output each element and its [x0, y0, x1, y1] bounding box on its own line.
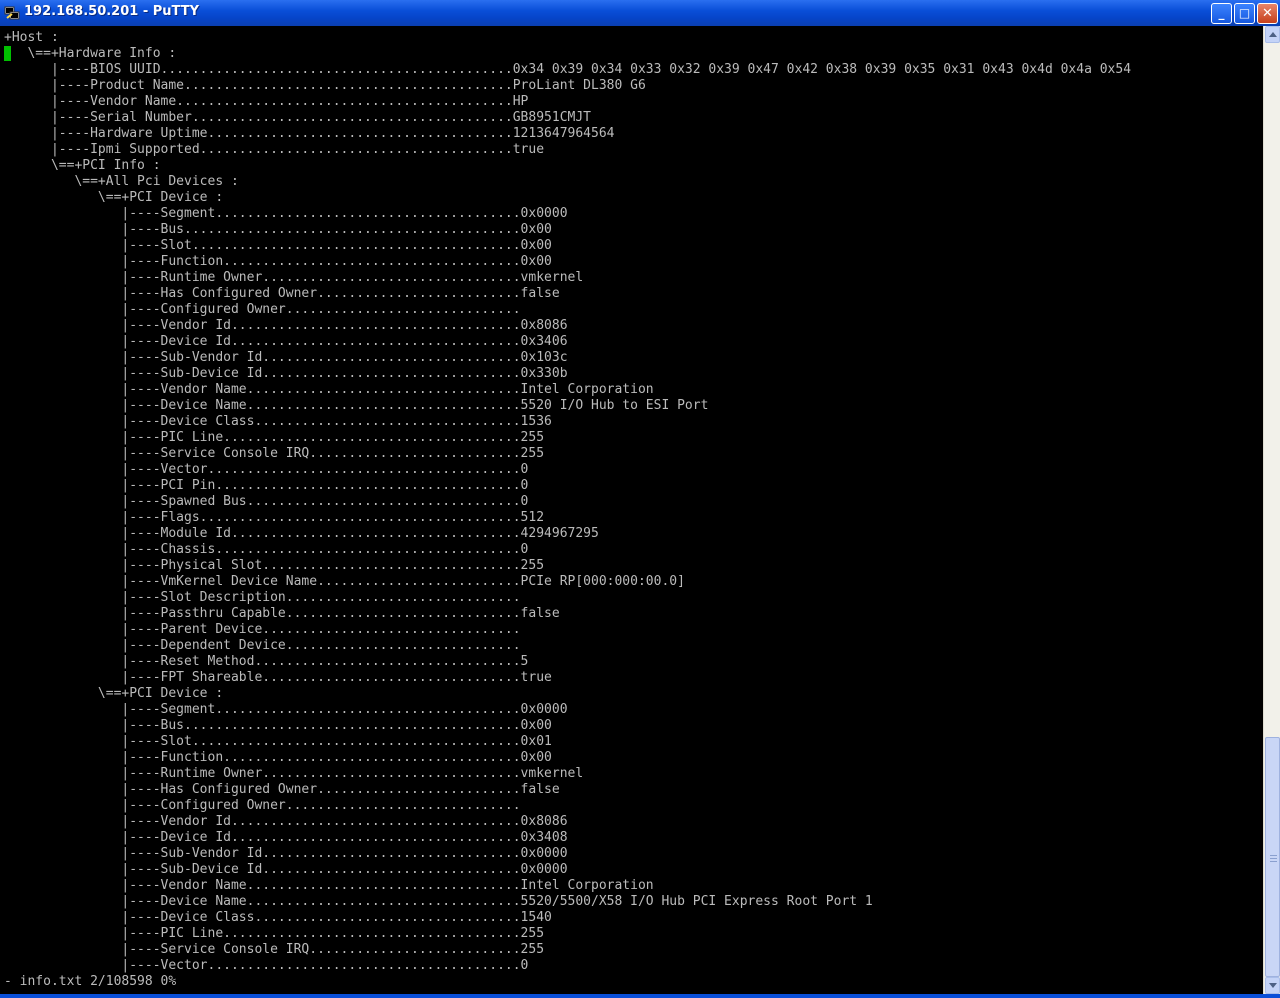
terminal-line: |----Vendor Name........................…: [4, 94, 529, 109]
terminal-line: |----Chassis............................…: [4, 542, 529, 557]
status-line: - info.txt 2/108598 0%: [4, 974, 177, 989]
terminal-line: |----Reset Method.......................…: [4, 654, 529, 669]
terminal-line: |----Sub-Device Id......................…: [4, 366, 568, 381]
terminal-line: |----Runtime Owner......................…: [4, 270, 584, 285]
terminal-line: |----Spawned Bus........................…: [4, 494, 529, 509]
terminal-line: |----Slot...............................…: [4, 238, 552, 253]
terminal-line: |----Ipmi Supported.....................…: [4, 142, 545, 157]
terminal-line: |----Slot Description...................…: [4, 590, 521, 605]
terminal-line: |----Hardware Uptime....................…: [4, 126, 615, 141]
terminal-line: |----Vendor Name........................…: [4, 878, 654, 893]
terminal-line: |----Product Name.......................…: [4, 78, 646, 93]
terminal-line: |----Device Id..........................…: [4, 334, 568, 349]
terminal-line: |----Vector.............................…: [4, 462, 529, 477]
terminal-line: \==+PCI Device :: [4, 190, 224, 205]
scroll-down-button[interactable]: [1265, 977, 1280, 994]
terminal-line: \==+All Pci Devices :: [4, 174, 239, 189]
terminal-line: |----PCI Pin............................…: [4, 478, 529, 493]
terminal-line: |----Device Name........................…: [4, 894, 873, 909]
terminal-line: |----BIOS UUID..........................…: [4, 62, 1132, 77]
terminal-line: |----Segment............................…: [4, 206, 568, 221]
grip-line: [1270, 855, 1277, 856]
terminal-line: |----Serial Number......................…: [4, 110, 591, 125]
arrow-down-icon: [1269, 983, 1277, 988]
terminal-line: |----Device Id..........................…: [4, 830, 568, 845]
scroll-up-button[interactable]: [1265, 26, 1280, 43]
terminal-line: |----Device Class.......................…: [4, 414, 552, 429]
terminal-area[interactable]: +Host : \==+Hardware Info : |----BIOS UU…: [0, 26, 1263, 994]
terminal-line: +Host :: [4, 30, 59, 45]
terminal-line: |----Configured Owner...................…: [4, 798, 521, 813]
window-bottom-border: [0, 994, 1280, 998]
terminal-line: |----Has Configured Owner...............…: [4, 286, 560, 301]
minimize-button[interactable]: _: [1211, 3, 1232, 24]
terminal-line: |----Sub-Device Id......................…: [4, 862, 568, 877]
terminal-line: |----PIC Line...........................…: [4, 926, 545, 941]
terminal-line: |----FPT Shareable......................…: [4, 670, 552, 685]
grip-line: [1270, 858, 1277, 859]
terminal-line: |----Passthru Capable...................…: [4, 606, 560, 621]
scrollbar-track[interactable]: [1264, 43, 1280, 977]
arrow-up-icon: [1269, 32, 1277, 37]
maximize-button[interactable]: □: [1234, 3, 1255, 24]
close-button[interactable]: ✕: [1257, 3, 1278, 24]
terminal-line: |----VmKernel Device Name...............…: [4, 574, 685, 589]
terminal-line: |----Sub-Vendor Id......................…: [4, 846, 568, 861]
terminal-line: |----Slot...............................…: [4, 734, 552, 749]
putty-icon[interactable]: [4, 5, 20, 21]
terminal-line: |----Dependent Device...................…: [4, 638, 521, 653]
terminal-line: |----Configured Owner...................…: [4, 302, 521, 317]
terminal-line: \==+Hardware Info :: [4, 46, 177, 61]
terminal-line: |----Bus................................…: [4, 718, 552, 733]
terminal-line: |----Flags..............................…: [4, 510, 545, 525]
terminal-line: |----Segment............................…: [4, 702, 568, 717]
title-bar[interactable]: 192.168.50.201 - PuTTY _ □ ✕: [0, 0, 1280, 26]
terminal-line: |----Module Id..........................…: [4, 526, 599, 541]
terminal-line: |----Service Console IRQ................…: [4, 446, 545, 461]
terminal-line: |----Function...........................…: [4, 750, 552, 765]
terminal-line: |----Device Name........................…: [4, 398, 709, 413]
window-title: 192.168.50.201 - PuTTY: [24, 4, 199, 19]
terminal-line: |----Service Console IRQ................…: [4, 942, 545, 957]
terminal-line: |----PIC Line...........................…: [4, 430, 545, 445]
terminal-line: |----Sub-Vendor Id......................…: [4, 350, 568, 365]
grip-line: [1270, 861, 1277, 862]
terminal-line: \==+PCI Device :: [4, 686, 224, 701]
terminal-line: |----Runtime Owner......................…: [4, 766, 584, 781]
terminal-line: |----Parent Device......................…: [4, 622, 521, 637]
terminal-line: |----Vendor Id..........................…: [4, 318, 568, 333]
terminal-line: |----Vendor Id..........................…: [4, 814, 568, 829]
vertical-scrollbar[interactable]: [1263, 26, 1280, 994]
terminal-line: |----Vector.............................…: [4, 958, 529, 973]
terminal-line: |----Has Configured Owner...............…: [4, 782, 560, 797]
terminal-line: |----Device Class.......................…: [4, 910, 552, 925]
terminal-line: |----Bus................................…: [4, 222, 552, 237]
terminal-line: |----Vendor Name........................…: [4, 382, 654, 397]
terminal-line: |----Function...........................…: [4, 254, 552, 269]
scrollbar-thumb[interactable]: [1265, 737, 1280, 977]
terminal-line: \==+PCI Info :: [4, 158, 161, 173]
terminal-line: |----Physical Slot......................…: [4, 558, 545, 573]
